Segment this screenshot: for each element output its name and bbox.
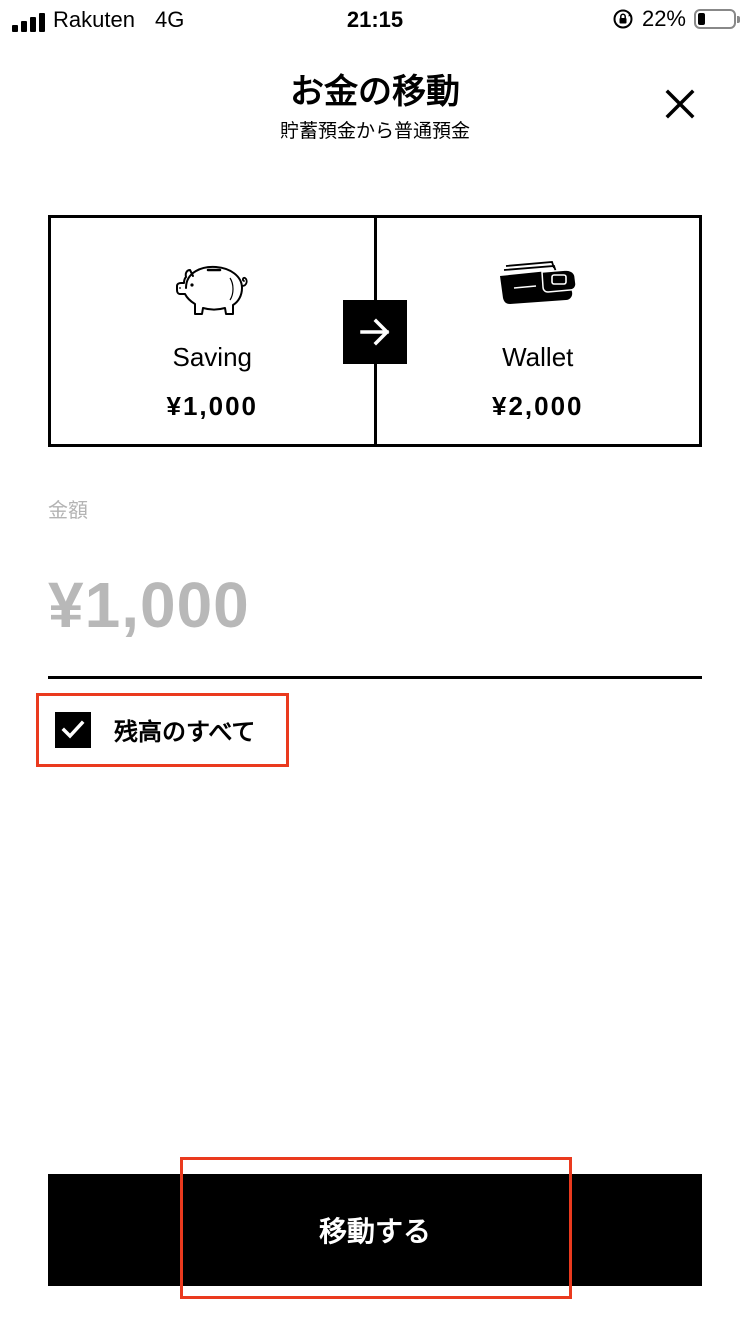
close-icon xyxy=(665,89,695,119)
checkmark-icon xyxy=(61,720,85,739)
battery-fill xyxy=(698,13,705,25)
piggy-bank-icon xyxy=(176,265,248,315)
to-account-balance: ¥2,000 xyxy=(491,391,584,421)
transfer-direction xyxy=(343,300,407,364)
arrow-right-icon xyxy=(360,318,390,346)
amount-label: 金額 xyxy=(48,498,88,522)
battery-percent: 22% xyxy=(641,6,686,31)
rotation-lock-icon xyxy=(613,9,633,29)
from-account-name: Saving xyxy=(172,342,253,372)
all-balance-label: 残高のすべて xyxy=(114,718,256,746)
amount-input[interactable] xyxy=(48,560,702,650)
page-title: お金の移動 xyxy=(290,72,460,112)
status-right: 22% xyxy=(612,6,740,31)
close-button[interactable] xyxy=(656,80,704,128)
transfer-submit-button[interactable]: 移動する xyxy=(48,1174,702,1286)
page-subtitle: 貯蓄預金から普通預金 xyxy=(279,120,470,142)
wallet-icon xyxy=(499,261,577,304)
status-bar: Rakuten 4G 21:15 22% xyxy=(0,0,750,40)
to-account-wallet: Wallet ¥2,000 xyxy=(373,218,700,444)
amount-underline xyxy=(48,676,702,679)
battery-icon xyxy=(694,9,740,29)
from-account-saving: Saving ¥1,000 xyxy=(51,218,374,444)
transfer-screen: Rakuten 4G 21:15 22% お金の移動 貯蓄預金から普通預金 Sa… xyxy=(0,0,750,1334)
from-account-balance: ¥1,000 xyxy=(166,391,259,421)
all-balance-checkbox-row[interactable]: 残高のすべて xyxy=(36,693,289,767)
all-balance-checkbox[interactable] xyxy=(55,712,91,748)
to-account-name: Wallet xyxy=(502,342,574,372)
